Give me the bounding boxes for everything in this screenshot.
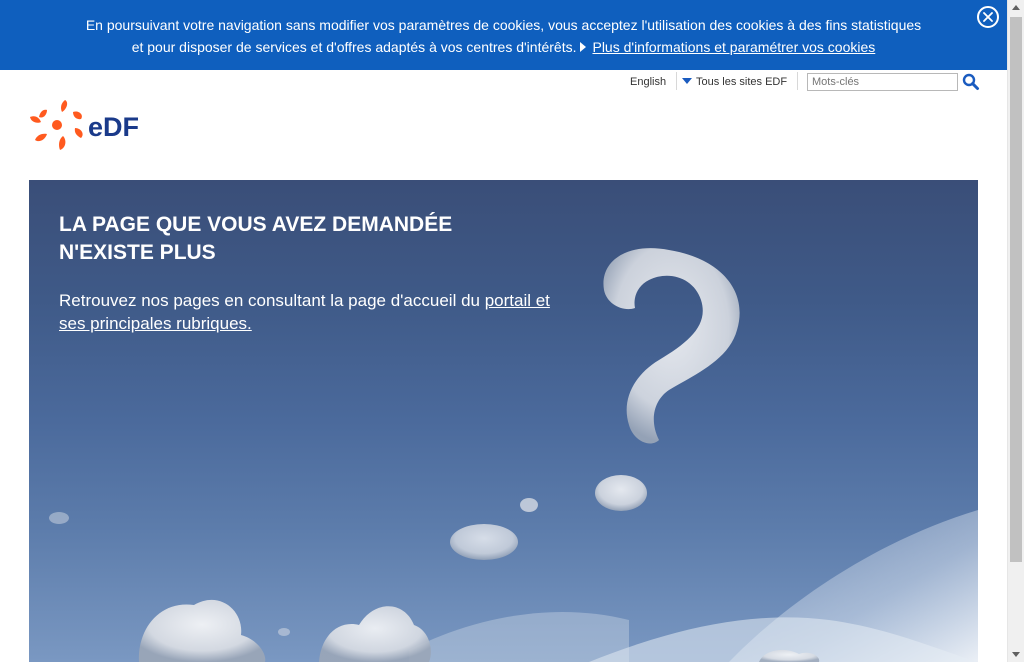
edf-logo-text: eDF <box>88 112 140 142</box>
scroll-up-icon[interactable] <box>1012 5 1020 10</box>
triangle-down-icon <box>682 78 692 85</box>
error-title-line1: LA PAGE QUE VOUS AVEZ DEMANDÉE <box>59 213 453 236</box>
edf-logo[interactable]: eDF <box>29 98 149 152</box>
utility-bar: English Tous les sites EDF <box>0 72 1007 92</box>
error-title: LA PAGE QUE VOUS AVEZ DEMANDÉE N'EXISTE … <box>59 211 559 267</box>
scroll-down-icon[interactable] <box>1012 652 1020 657</box>
scrollbar-thumb[interactable] <box>1010 17 1022 562</box>
all-sites-menu-label: Tous les sites EDF <box>696 76 788 88</box>
error-message-text: Retrouvez nos pages en consultant la pag… <box>59 291 485 310</box>
vertical-scrollbar[interactable] <box>1007 0 1024 662</box>
close-icon[interactable] <box>977 6 999 28</box>
cookie-settings-link[interactable]: Plus d'informations et paramétrer vos co… <box>592 39 875 55</box>
language-link-english[interactable]: English <box>630 76 666 88</box>
triangle-right-icon <box>580 42 587 53</box>
error-message: Retrouvez nos pages en consultant la pag… <box>59 289 579 335</box>
cookie-banner-text-line2: et pour disposer de services et d'offres… <box>131 39 577 55</box>
divider <box>676 72 677 90</box>
edf-logo-mark <box>30 100 83 150</box>
error-title-line2: N'EXISTE PLUS <box>59 241 216 264</box>
all-sites-menu[interactable]: Tous les sites EDF <box>682 76 787 88</box>
search-icon[interactable] <box>962 73 980 91</box>
search-input[interactable] <box>807 73 958 91</box>
divider <box>797 72 798 90</box>
page: En poursuivant votre navigation sans mod… <box>0 0 1024 662</box>
hero-banner: LA PAGE QUE VOUS AVEZ DEMANDÉE N'EXISTE … <box>29 180 978 662</box>
cookie-banner: En poursuivant votre navigation sans mod… <box>0 0 1007 70</box>
cookie-banner-text-line1: En poursuivant votre navigation sans mod… <box>85 17 922 33</box>
